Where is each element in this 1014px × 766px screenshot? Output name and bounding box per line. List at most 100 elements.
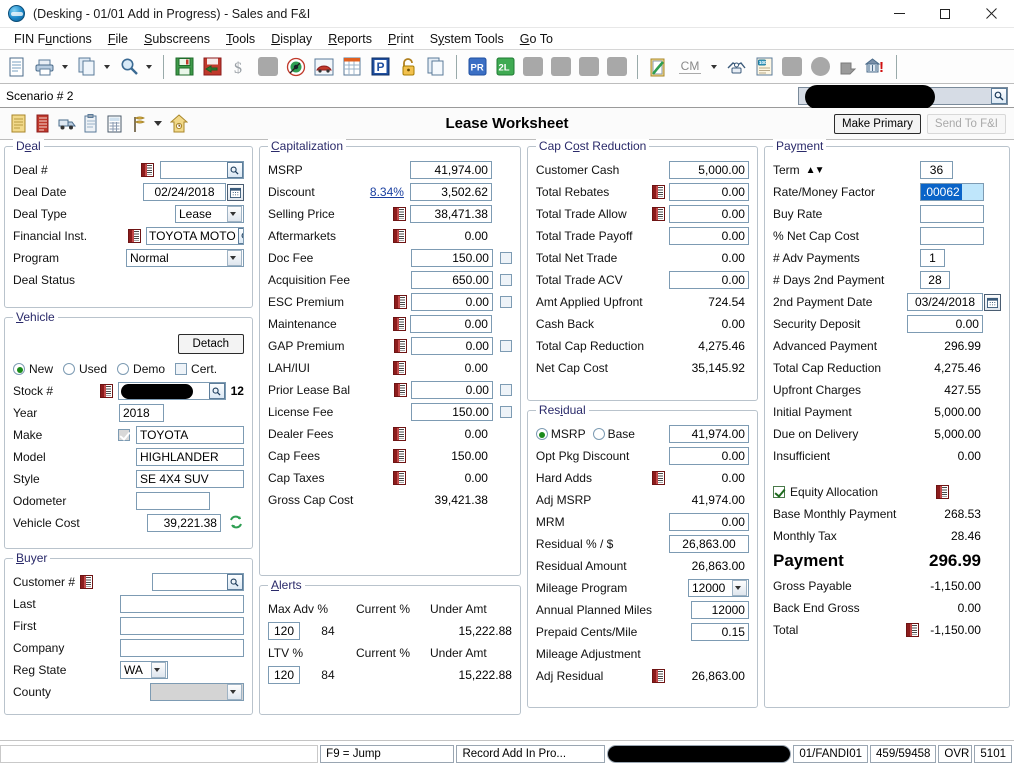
- minimize-button[interactable]: [876, 0, 922, 28]
- copy-icon[interactable]: [74, 54, 100, 80]
- search-icon[interactable]: [991, 87, 1007, 104]
- year-input[interactable]: 2018: [118, 404, 164, 422]
- clipboard-icon[interactable]: [80, 112, 102, 136]
- refresh-icon[interactable]: [229, 515, 244, 532]
- blank-grey-icon-3[interactable]: [548, 54, 574, 80]
- scenario-search-input[interactable]: [798, 84, 1008, 109]
- deal-type-select[interactable]: Lease: [174, 205, 244, 223]
- ledger-icon[interactable]: [32, 112, 54, 136]
- days-2nd-payment-input[interactable]: 28: [919, 271, 950, 289]
- blank-grey-icon[interactable]: [255, 54, 281, 80]
- max-adv-input[interactable]: 120: [267, 622, 300, 640]
- calculator-icon[interactable]: [104, 112, 126, 136]
- pct-net-cap-cost-input[interactable]: [919, 227, 984, 245]
- grey-circle-icon[interactable]: [807, 54, 833, 80]
- ledger-icon[interactable]: [393, 339, 407, 353]
- annual-planned-miles-input[interactable]: 12000: [690, 601, 749, 619]
- menu-fin-functions[interactable]: FIN Functions: [6, 30, 100, 48]
- prepaid-cents-mile-input[interactable]: 0.15: [690, 623, 749, 641]
- maintenance-input[interactable]: 0.00: [409, 315, 492, 333]
- chevron-down-icon[interactable]: [731, 580, 747, 596]
- equity-allocation-checkbox[interactable]: [772, 486, 785, 498]
- money-doc-icon[interactable]: 100: [751, 54, 777, 80]
- ledger-icon[interactable]: [905, 623, 919, 637]
- style-input[interactable]: SE 4X4 SUV: [135, 470, 244, 488]
- ledger-icon[interactable]: [392, 361, 406, 375]
- term-spinner-down-icon[interactable]: ▼: [815, 165, 825, 176]
- second-payment-date-input[interactable]: 03/24/2018: [906, 293, 983, 311]
- pr-icon[interactable]: PR: [464, 54, 490, 80]
- home-icon[interactable]: [168, 112, 190, 136]
- doc-fee-input[interactable]: 150.00: [410, 249, 493, 267]
- flag-icon[interactable]: [128, 112, 150, 136]
- menu-go-to[interactable]: Go To: [512, 30, 561, 48]
- total-rebates-input[interactable]: 0.00: [668, 183, 749, 201]
- total-trade-acv-input[interactable]: 0.00: [668, 271, 749, 289]
- vehicle-icon[interactable]: [311, 54, 337, 80]
- ledger-icon[interactable]: [392, 317, 406, 331]
- mileage-program-select[interactable]: 12000: [687, 579, 749, 597]
- menu-display[interactable]: Display: [263, 30, 320, 48]
- term-input[interactable]: 36: [919, 161, 953, 179]
- ledger-icon[interactable]: [651, 669, 665, 683]
- close-button[interactable]: [968, 0, 1014, 28]
- acquisition-fee-input[interactable]: 650.00: [410, 271, 493, 289]
- radio-demo[interactable]: [117, 363, 130, 375]
- ledger-icon[interactable]: [140, 163, 154, 177]
- ledger-icon[interactable]: [392, 471, 406, 485]
- search-icon[interactable]: [226, 162, 243, 178]
- menu-reports[interactable]: Reports: [320, 30, 380, 48]
- selling-price-input[interactable]: 38,471.38: [409, 205, 492, 223]
- ledger-icon[interactable]: [392, 449, 406, 463]
- bank-alert-icon[interactable]: !: [863, 54, 889, 80]
- calendar-icon[interactable]: [226, 183, 244, 201]
- opt-pkg-discount-input[interactable]: 0.00: [668, 447, 749, 465]
- calendar-icon[interactable]: [983, 293, 1001, 311]
- new-document-icon[interactable]: [4, 54, 30, 80]
- ledger-icon[interactable]: [393, 295, 407, 309]
- residual-pct-input[interactable]: 26,863.00: [668, 535, 749, 553]
- radio-msrp[interactable]: [535, 428, 548, 440]
- ledger-icon[interactable]: [393, 383, 407, 397]
- rate-money-factor-input[interactable]: .00062: [920, 184, 962, 200]
- save-icon[interactable]: [171, 54, 197, 80]
- ledger-icon[interactable]: [392, 229, 406, 243]
- ledger-icon[interactable]: [127, 229, 141, 243]
- search-icon[interactable]: [116, 54, 142, 80]
- cm-dropdown[interactable]: [709, 54, 721, 80]
- stamp-icon[interactable]: [835, 54, 861, 80]
- blank-grey-icon-4[interactable]: [576, 54, 602, 80]
- customer-cash-input[interactable]: 5,000.00: [668, 161, 749, 179]
- search-icon[interactable]: [237, 228, 243, 244]
- ledger-icon[interactable]: [651, 185, 665, 199]
- dollar-icon[interactable]: $: [227, 54, 253, 80]
- radio-used[interactable]: [63, 363, 76, 375]
- ledger-icon[interactable]: [392, 427, 406, 441]
- mrm-input[interactable]: 0.00: [668, 513, 749, 531]
- ledger-icon[interactable]: [80, 575, 94, 589]
- gap-premium-input[interactable]: 0.00: [410, 337, 493, 355]
- total-trade-payoff-input[interactable]: 0.00: [668, 227, 749, 245]
- program-select[interactable]: Normal: [125, 249, 244, 267]
- ledger-icon[interactable]: [99, 384, 113, 398]
- ltv-input[interactable]: 120: [267, 666, 300, 684]
- menu-subscreens[interactable]: Subscreens: [136, 30, 218, 48]
- financial-inst-input[interactable]: TOYOTA MOTO: [147, 229, 238, 243]
- pages-icon[interactable]: [423, 54, 449, 80]
- ledger-icon[interactable]: [392, 207, 406, 221]
- odometer-input[interactable]: [135, 492, 210, 510]
- license-fee-checkbox[interactable]: [499, 406, 512, 418]
- last-name-input[interactable]: [119, 595, 244, 613]
- printer-icon[interactable]: [32, 54, 58, 80]
- doc-fee-checkbox[interactable]: [499, 252, 512, 264]
- esc-premium-input[interactable]: 0.00: [410, 293, 493, 311]
- search-dropdown[interactable]: [144, 54, 156, 80]
- license-fee-input[interactable]: 150.00: [410, 403, 493, 421]
- cert-checkbox[interactable]: [175, 363, 188, 375]
- make-primary-button[interactable]: Make Primary: [833, 113, 921, 134]
- discount-percent-link[interactable]: 8.34%: [370, 185, 404, 199]
- reg-state-select[interactable]: WA: [119, 661, 168, 679]
- clipboard-check-icon[interactable]: [645, 54, 671, 80]
- copy-dropdown[interactable]: [102, 54, 114, 80]
- save-as-icon[interactable]: [199, 54, 225, 80]
